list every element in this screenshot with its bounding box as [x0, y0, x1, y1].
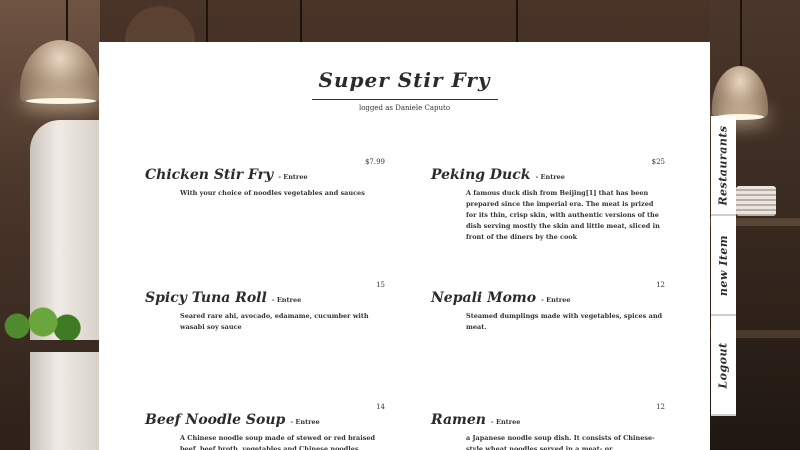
menu-item-name: Spicy Tuna Roll — [145, 290, 267, 306]
tab-restaurants[interactable]: Restaurants — [711, 116, 736, 216]
tab-logout[interactable]: Logout — [711, 316, 736, 416]
menu-item-description: With your choice of noodles vegetables a… — [180, 189, 365, 197]
menu-item[interactable]: Spicy Tuna Roll - Entree 15 Seared rare … — [145, 281, 385, 333]
menu-item-category: - Entree — [278, 173, 308, 181]
menu-item-category: - Entree — [271, 296, 302, 304]
menu-item-description: Seared rare ahi, avocado, edamame, cucum… — [180, 312, 369, 331]
menu-item-header: Chicken Stir Fry - Entree $7.99 — [145, 158, 385, 184]
page-title: Super Stir Fry — [318, 68, 491, 92]
lamp-cord — [206, 0, 208, 44]
background-chef — [30, 120, 100, 450]
lamp-glow — [26, 98, 96, 104]
menu-item[interactable]: Nepali Momo - Entree 12 Steamed dumpling… — [431, 281, 665, 333]
background-counter — [0, 340, 100, 352]
tab-new-item-label: new Item — [717, 234, 731, 296]
title-divider — [311, 99, 498, 100]
menu-item-header: Peking Duck - Entree $25 — [431, 158, 665, 184]
menu-panel: Super Stir Fry logged as Daniele Caputo … — [99, 42, 710, 450]
menu-item-price: 12 — [656, 281, 665, 289]
lamp-cord — [300, 0, 302, 44]
menu-item-name: Peking Duck — [431, 167, 531, 183]
page-header: Super Stir Fry logged as Daniele Caputo — [99, 68, 710, 112]
menu-item-price: 14 — [376, 403, 385, 411]
menu-item-category: - Entree — [541, 296, 571, 304]
menu-item-price: $25 — [651, 158, 665, 166]
menu-item-header: Spicy Tuna Roll - Entree 15 — [145, 281, 385, 307]
menu-item-header: Nepali Momo - Entree 12 — [431, 281, 665, 307]
menu-item[interactable]: Chicken Stir Fry - Entree $7.99 With you… — [145, 158, 385, 199]
tab-logout-label: Logout — [717, 341, 730, 389]
menu-item-header: Beef Noodle Soup - Entree 14 — [145, 403, 385, 429]
menu-item-category: - Entree — [535, 173, 565, 181]
menu-item-name: Nepali Momo — [431, 290, 537, 306]
menu-item[interactable]: Peking Duck - Entree $25 A famous duck d… — [431, 158, 665, 243]
menu-item-name: Ramen — [431, 412, 486, 428]
background-plates — [736, 186, 776, 216]
menu-item-description: a Japanese noodle soup dish. It consists… — [466, 434, 655, 450]
menu-item[interactable]: Ramen - Entree 12 a Japanese noodle soup… — [431, 403, 665, 450]
menu-item-name: Beef Noodle Soup — [145, 412, 286, 428]
lamp-cord — [516, 0, 518, 44]
background-chef-head — [125, 6, 195, 46]
menu-item-description: A Chinese noodle soup made of stewed or … — [180, 434, 376, 450]
lamp-cord — [740, 0, 742, 70]
menu-item[interactable]: Beef Noodle Soup - Entree 14 A Chinese n… — [145, 403, 385, 450]
logged-in-user: logged as Daniele Caputo — [358, 104, 451, 112]
tab-new-item[interactable]: new Item — [711, 216, 736, 316]
menu-item-category: - Entree — [290, 418, 320, 426]
menu-item-name: Chicken Stir Fry — [145, 167, 274, 183]
menu-item-description: A famous duck dish from Beijing[1] that … — [466, 189, 660, 241]
menu-item-category: - Entree — [491, 418, 521, 426]
menu-item-price: 12 — [656, 403, 665, 411]
menu-item-price: 15 — [376, 281, 385, 289]
lamp-cord — [66, 0, 68, 44]
menu-item-description: Steamed dumplings made with vegetables, … — [466, 312, 663, 331]
menu-item-price: $7.99 — [364, 158, 385, 166]
tab-restaurants-label: Restaurants — [717, 124, 731, 206]
menu-item-header: Ramen - Entree 12 — [431, 403, 665, 429]
